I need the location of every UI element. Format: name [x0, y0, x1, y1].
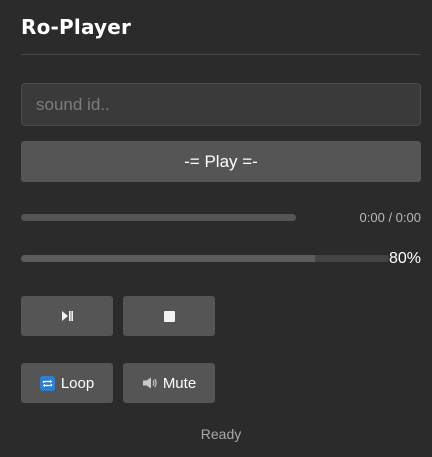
loop-button[interactable]: Loop	[21, 363, 113, 403]
stop-button[interactable]	[123, 296, 215, 336]
mute-label: Mute	[162, 374, 197, 392]
volume-slider[interactable]	[21, 255, 389, 262]
play-pause-icon	[61, 311, 73, 321]
app-title: Ro-Player	[21, 15, 132, 39]
status-text: Ready	[200, 426, 242, 442]
volume-readout: 80%	[388, 250, 421, 267]
loop-label: Loop	[60, 374, 95, 392]
stop-icon	[163, 310, 175, 322]
time-readout: 0:00 / 0:00	[359, 210, 421, 225]
mute-button[interactable]: Mute	[123, 363, 215, 403]
speaker-icon	[142, 376, 158, 390]
seek-bar[interactable]	[21, 214, 296, 221]
loop-icon	[39, 375, 55, 391]
sound-id-input[interactable]	[21, 83, 421, 126]
play-button[interactable]: -= Play =-	[21, 141, 421, 182]
play-pause-button[interactable]	[21, 296, 113, 336]
player-window: Ro-Player -= Play =- 0:00 / 0:00 80%	[0, 0, 432, 457]
volume-slider-fill	[21, 255, 316, 262]
header-divider	[21, 54, 421, 55]
